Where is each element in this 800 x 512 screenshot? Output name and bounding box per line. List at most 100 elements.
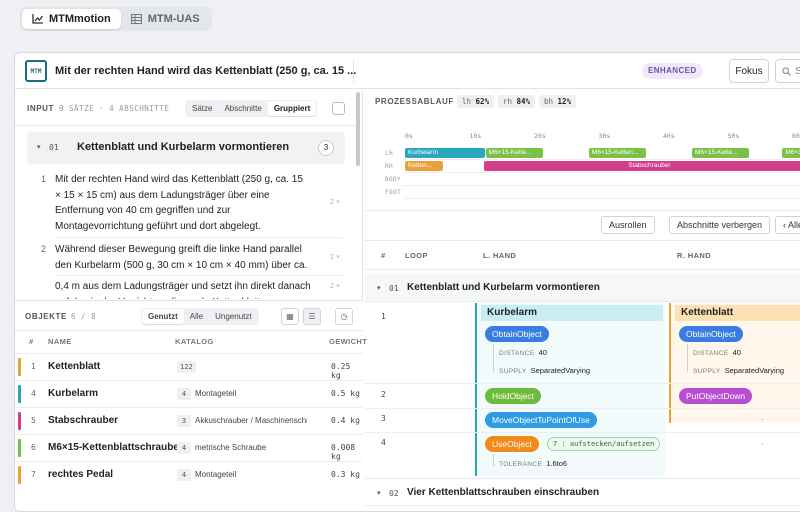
timeline-block[interactable]: Stabschrauber <box>483 161 800 171</box>
sentence-item[interactable]: 1 Mit der rechten Hand wird das Kettenbl… <box>41 172 343 234</box>
catalog-text: Montageteil <box>195 389 237 398</box>
axis-tick: 0s <box>405 132 413 140</box>
object-num: 7 <box>31 470 36 479</box>
list-view-button[interactable]: ☰ <box>303 308 321 325</box>
lh-step-move[interactable]: MoveObjectToPointOfUse <box>485 412 597 428</box>
object-weight: 0.25 kg <box>331 362 351 380</box>
settings-button[interactable]: ◷ <box>335 308 353 325</box>
object-row[interactable]: 5 Stabschrauber 3 Akkuschrauber / Maschinen… <box>15 407 363 434</box>
group-section[interactable]: ▾ 01 Kettenblatt und Kurbelarm vormontie… <box>365 274 800 302</box>
lane-divider <box>403 185 800 186</box>
row-divider <box>365 383 800 384</box>
filter-alle[interactable]: Alle <box>184 309 209 324</box>
badge-num: 7 <box>553 440 558 448</box>
lh-step-use[interactable]: UseObject <box>485 436 539 452</box>
ausrollen-button[interactable]: Ausrollen <box>601 216 655 234</box>
select-all-checkbox[interactable] <box>332 102 345 115</box>
object-row[interactable]: 6 M6×15-Kettenblattschraube 4 metrische Sch… <box>15 434 363 461</box>
catalog-num: 122 <box>177 361 196 373</box>
hide-sections-button[interactable]: Abschnitte verbergen <box>669 216 771 234</box>
enhanced-badge: ENHANCED <box>642 63 703 79</box>
col-rhand: R. HAND <box>677 251 712 260</box>
object-row[interactable]: 4 Kurbelarm 4 Montageteil 0.5 kg <box>15 380 363 407</box>
lh-step-obtain[interactable]: ObtainObject <box>485 326 549 342</box>
axis-tick: 60s <box>792 132 800 140</box>
timeline-block[interactable]: M6×15 <box>782 148 800 158</box>
tree-line <box>687 344 688 372</box>
use-badge: 7 : aufstecken/aufsetzen <box>547 437 661 451</box>
section-title: Kettenblatt und Kurbelarm vormontieren <box>77 141 290 153</box>
timeline-block[interactable]: Kurbelarm <box>405 148 485 158</box>
object-name: Kurbelarm <box>48 388 99 399</box>
objects-label: OBJEKTE <box>25 312 67 321</box>
timeline-actions: Ausrollen Abschnitte verbergen ‹ Alle ei <box>365 210 800 238</box>
objects-header: OBJEKTE 6 / 8 Genutzt Alle Ungenutzt ▦ ☰… <box>15 301 363 331</box>
object-row[interactable]: 7 rechtes Pedal 4 Montageteil 0.3 kg <box>15 461 363 488</box>
sentence-text: Mit der rechten Hand wird das Kettenblat… <box>55 174 303 232</box>
section-title: Vier Kettenblattschrauben einschrauben <box>407 487 600 498</box>
col-name: NAME <box>48 337 72 346</box>
section-header[interactable]: ▾ 01 Kettenblatt und Kurbelarm vormontie… <box>27 132 345 164</box>
objects-panel: OBJEKTE 6 / 8 Genutzt Alle Ungenutzt ▦ ☰… <box>15 300 367 511</box>
lh-step-hold[interactable]: HoldObject <box>485 388 542 404</box>
expand-all-button[interactable]: ‹ Alle ei <box>775 216 800 234</box>
rh-object-label: Kettenblatt <box>675 305 800 321</box>
divider <box>353 59 354 83</box>
lane-label: RH <box>385 163 394 170</box>
group-section[interactable]: ▾ 02 Vier Kettenblattschrauben einschrau… <box>365 478 800 506</box>
tab-mtm-uas[interactable]: MTM-UAS <box>121 9 210 29</box>
rh-step-obtain[interactable]: ObtainObject <box>679 326 743 342</box>
rh-empty: - <box>761 439 764 448</box>
kv-value: SeparatedVarying <box>724 366 785 375</box>
supply-field: SUPPLY SeparatedVarying <box>499 366 590 375</box>
object-color-bar <box>18 412 21 430</box>
mode-gruppiert[interactable]: Gruppiert <box>267 101 317 116</box>
pill-key: rh <box>503 97 513 106</box>
object-color-bar <box>18 466 21 484</box>
row-divider <box>365 408 800 409</box>
clock-icon: ◷ <box>340 312 348 321</box>
row-num: 4 <box>381 438 386 447</box>
timeline-block[interactable]: M6×15-Kette... <box>485 148 543 158</box>
object-weight: 0.4 kg <box>331 416 360 425</box>
filter-ungenutzt[interactable]: Ungenutzt <box>209 309 257 324</box>
object-num: 5 <box>31 416 36 425</box>
grid-view-button[interactable]: ▦ <box>281 308 299 325</box>
rh-pill: rh 84% <box>498 95 536 108</box>
kv-value: SeparatedVarying <box>530 366 591 375</box>
catalog-text: metrische Schraube <box>195 443 267 452</box>
object-name: Kettenblatt <box>48 361 101 372</box>
col-weight: GEWICHT <box>329 337 368 346</box>
kv-key: DISTANCE <box>499 350 535 357</box>
search-placeholder: S <box>795 66 800 77</box>
focus-button[interactable]: Fokus <box>729 59 769 83</box>
axis-tick: 40s <box>663 132 675 140</box>
search-input[interactable]: S <box>775 59 800 83</box>
chevron-down-icon: ▾ <box>37 144 41 151</box>
timeline-block[interactable]: M6×15-Ketten... <box>588 148 646 158</box>
sentence-item[interactable]: 2 Während dieser Bewegung greift die lin… <box>41 242 343 273</box>
process-label: PROZESSABLAUF <box>375 97 454 106</box>
object-num: 1 <box>31 362 36 371</box>
scrollbar[interactable] <box>356 92 360 166</box>
tab-mtmmotion[interactable]: MTMmotion <box>22 9 121 29</box>
filter-genutzt[interactable]: Genutzt <box>142 309 184 324</box>
catalog-num: 4 <box>177 469 191 481</box>
timeline-block[interactable]: Ketten... <box>405 161 443 171</box>
pill-key: bh <box>544 97 554 106</box>
mode-saetze[interactable]: Sätze <box>186 101 218 116</box>
sentence-item[interactable]: 3 0,4 m aus dem Ladungsträger und setzt … <box>55 279 343 299</box>
object-row[interactable]: 1 Kettenblatt 122 0.25 kg <box>15 353 363 380</box>
object-name: rechtes Pedal <box>48 469 114 480</box>
rh-step-putdown[interactable]: PutObjectDown <box>679 388 753 404</box>
lane-divider <box>403 198 800 199</box>
list-icon: ☰ <box>308 312 316 321</box>
input-sub: 9 SÄTZE · 4 ABSCHNITTE <box>59 104 170 113</box>
sentence-text: Während dieser Bewegung greift die linke… <box>55 244 308 271</box>
right-panel: PROZESSABLAUF lh 62% rh 84% bh 12% 0s 10s… <box>365 90 800 511</box>
timeline-block[interactable]: M6×15-Kette... <box>692 148 750 158</box>
objects-filter: Genutzt Alle Ungenutzt <box>141 308 259 325</box>
divider <box>55 275 343 276</box>
sentence-mark: 2 × <box>330 283 340 290</box>
mode-abschnitte[interactable]: Abschnitte <box>218 101 267 116</box>
